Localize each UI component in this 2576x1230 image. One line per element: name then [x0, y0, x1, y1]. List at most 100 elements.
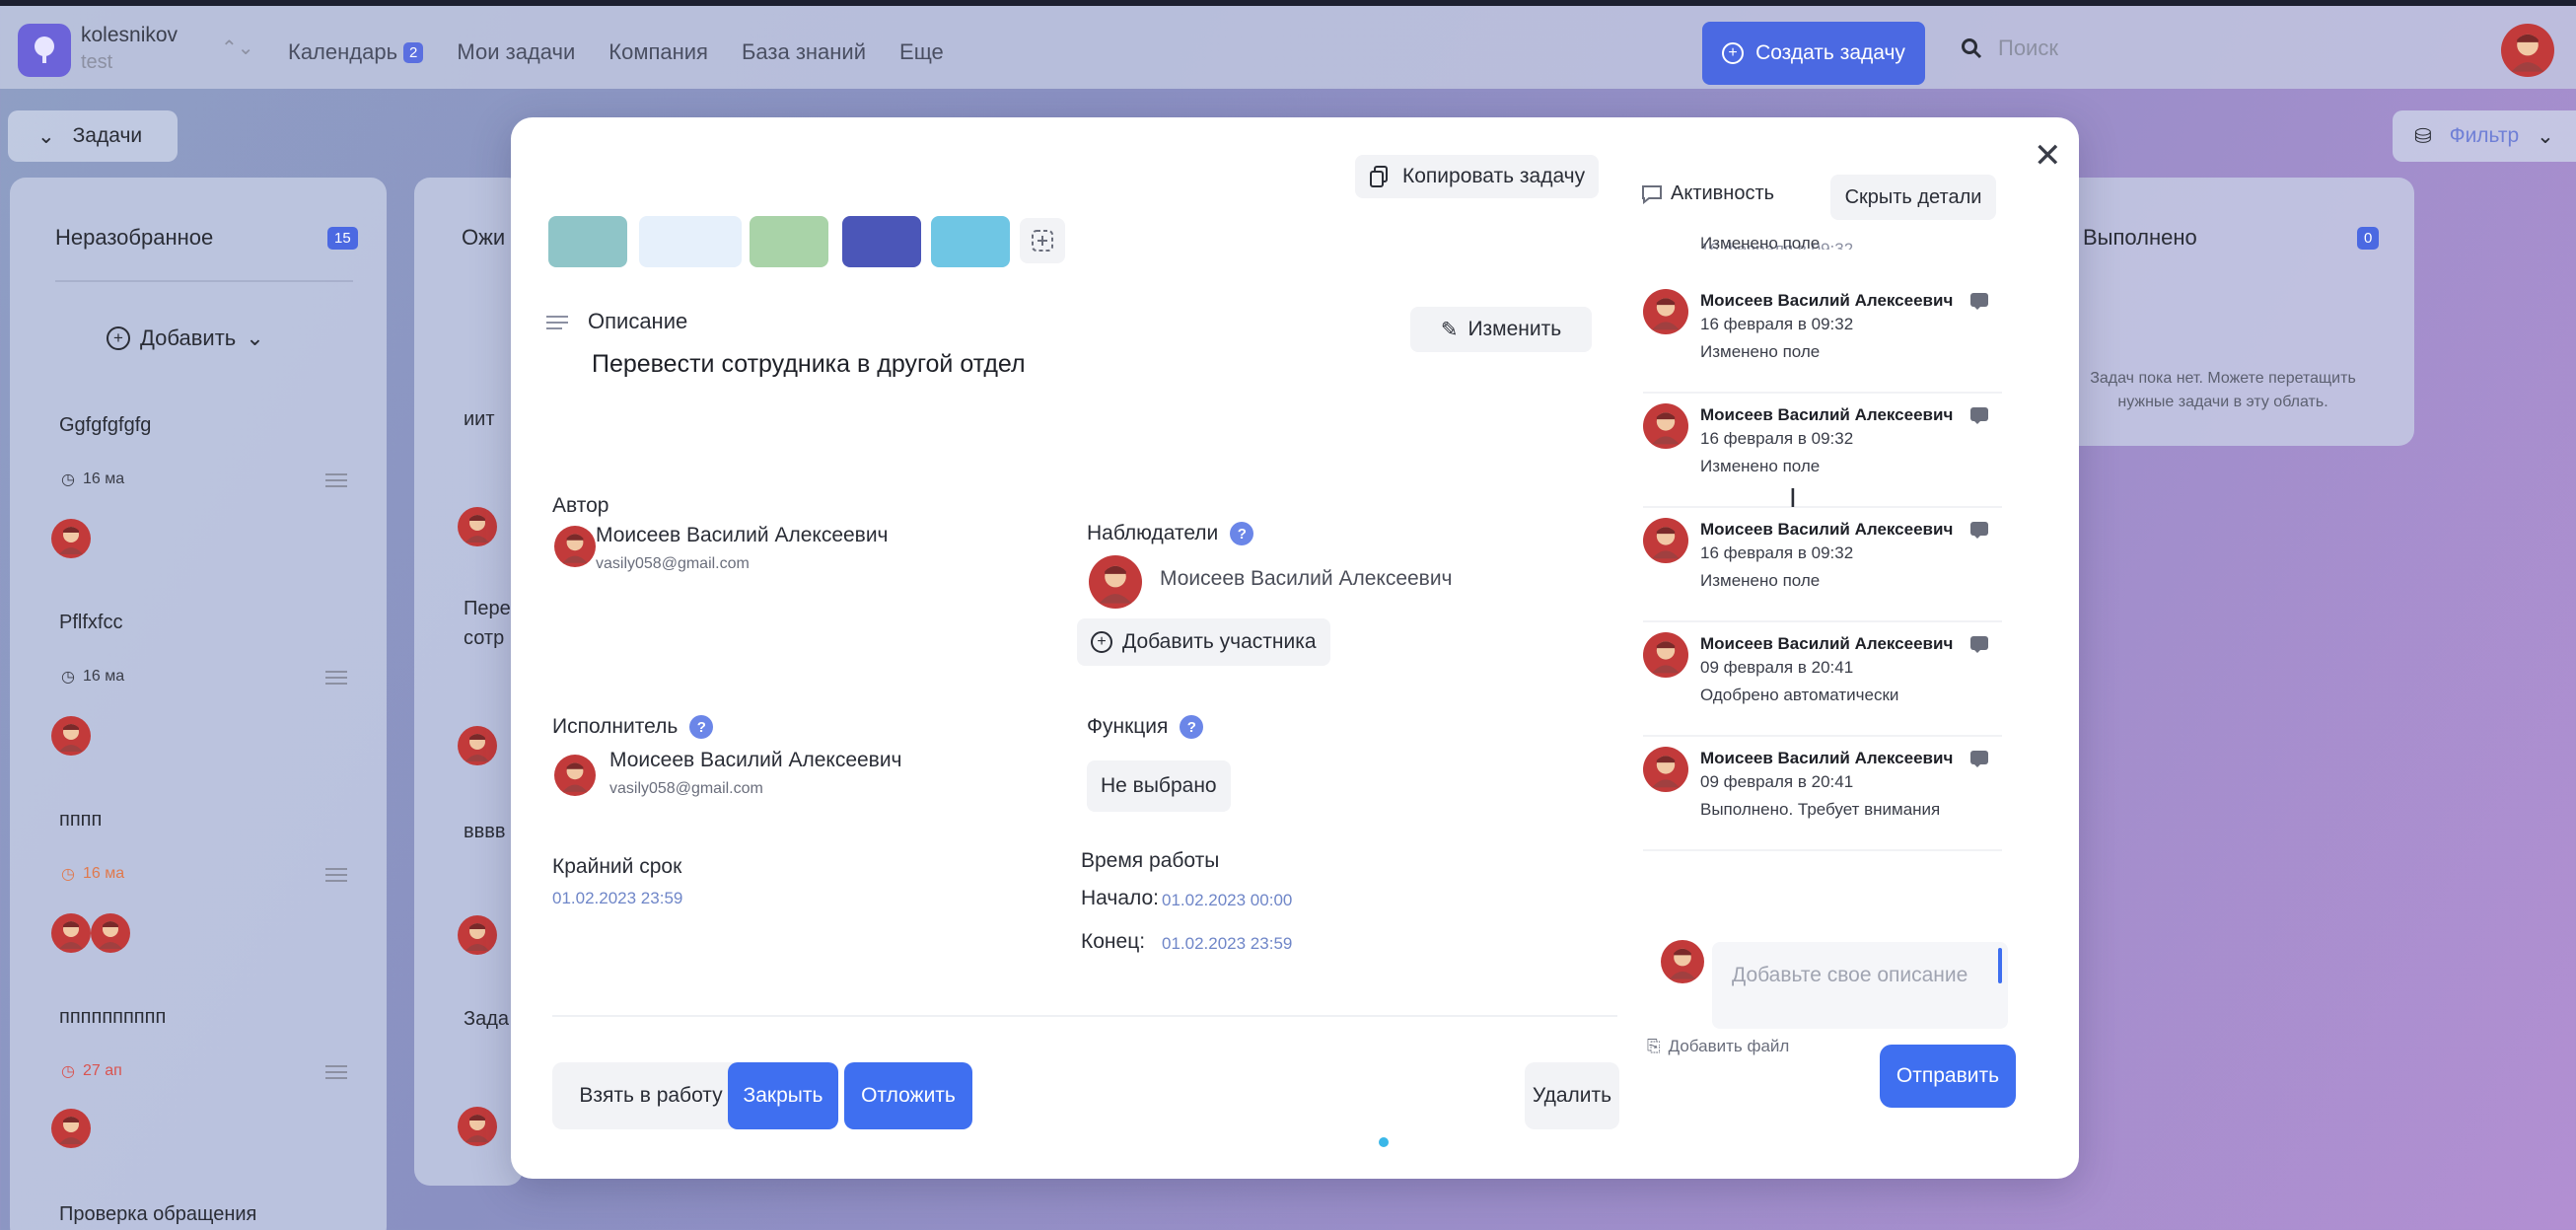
- comment-icon[interactable]: [1970, 751, 1988, 767]
- card-date-text: 16 ма: [82, 470, 125, 487]
- chevron-down-icon: ⌄: [2537, 124, 2554, 148]
- color-swatch[interactable]: [548, 216, 627, 267]
- work-start-label-text: Начало:: [1081, 887, 1160, 909]
- activity-item: Моисеев Василий Алексеевич 16 февраля в …: [1643, 514, 2002, 622]
- main-nav: Календарь 2 Мои задачи Компания База знан…: [288, 39, 944, 65]
- attach-file-button[interactable]: ⎘ Добавить файл: [1647, 1037, 1789, 1056]
- card-date: ◷ 16 ма: [61, 667, 124, 687]
- search-icon: [1962, 38, 1982, 59]
- org-name[interactable]: kolesnikov: [81, 24, 178, 47]
- text-lines-icon: [546, 316, 568, 329]
- card-title: вввв: [464, 821, 506, 842]
- nav-more[interactable]: Еще: [899, 39, 944, 65]
- comment-icon[interactable]: [1970, 407, 1988, 424]
- resize-handle[interactable]: [1998, 948, 2002, 983]
- help-icon[interactable]: ?: [1180, 715, 1204, 739]
- color-swatch[interactable]: [931, 216, 1010, 267]
- color-swatch[interactable]: [639, 216, 742, 267]
- description-lines-icon: [325, 868, 347, 882]
- card-date-text: 27 ап: [82, 1062, 122, 1079]
- activity-item: Моисеев Василий Алексеевич 16 февраля в …: [1643, 285, 2002, 394]
- assignee-avatar: [554, 755, 596, 796]
- nav-knowledge-base[interactable]: База знаний: [742, 39, 866, 65]
- close-icon[interactable]: ✕: [2034, 139, 2062, 173]
- card-title[interactable]: пппп: [59, 809, 102, 832]
- add-color-button[interactable]: [1020, 218, 1065, 263]
- assignee-label: Исполнитель?: [552, 715, 714, 739]
- work-start-value[interactable]: 01.02.2023 00:00: [1162, 891, 1292, 910]
- tasks-tab[interactable]: ⌄ Задачи: [8, 110, 178, 162]
- org-logo[interactable]: [18, 24, 71, 77]
- nav-calendar[interactable]: Календарь 2: [288, 39, 424, 65]
- description-lines-icon: [325, 1065, 347, 1079]
- activity-tab[interactable]: Активность: [1641, 182, 1774, 205]
- clock-icon: ◷: [61, 669, 75, 686]
- help-icon[interactable]: ?: [689, 715, 714, 739]
- text-cursor-icon: I: [1789, 482, 1797, 513]
- card-avatar: [51, 519, 91, 558]
- description-text: Перевести сотрудника в другой отдел: [592, 350, 1026, 378]
- color-swatch[interactable]: [842, 216, 921, 267]
- card-avatar: [91, 913, 130, 953]
- send-button[interactable]: Отправить: [1880, 1045, 2016, 1108]
- activity-partial-text: Изменено поле: [1700, 234, 1821, 253]
- activity-item: Моисеев Василий Алексеевич 09 февраля в …: [1643, 743, 2002, 851]
- card-date: ◷ 16 ма: [61, 470, 124, 489]
- activity-item: Моисеев Василий Алексеевич 09 февраля в …: [1643, 628, 2002, 737]
- observers-label-text: Наблюдатели: [1087, 522, 1219, 544]
- column-add-button[interactable]: + Добавить ⌄: [107, 326, 264, 351]
- take-to-work-button[interactable]: Взять в работу: [552, 1062, 750, 1129]
- help-icon[interactable]: ?: [1230, 522, 1254, 545]
- function-select[interactable]: Не выбрано: [1087, 760, 1231, 812]
- author-email: vasily058@gmail.com: [596, 555, 750, 572]
- activity-author: Моисеев Василий Алексеевич: [1700, 405, 1954, 424]
- user-avatar[interactable]: [2501, 24, 2554, 77]
- activity-text: Изменено поле: [1700, 457, 1821, 475]
- nav-company[interactable]: Компания: [608, 39, 708, 65]
- column-add-label: Добавить: [140, 326, 237, 350]
- description-lines-icon: [325, 473, 347, 487]
- pencil-icon: ✎: [1440, 318, 1459, 341]
- work-time-label-text: Время работы: [1081, 849, 1220, 872]
- card-date-text: 16 ма: [82, 865, 125, 882]
- comment-icon[interactable]: [1970, 293, 1988, 310]
- comment-icon[interactable]: [1970, 522, 1988, 539]
- activity-avatar: [1643, 518, 1688, 563]
- card-title[interactable]: Pflfxfcc: [59, 612, 122, 634]
- delete-button[interactable]: Удалить: [1525, 1062, 1619, 1129]
- assignee-name: Моисеев Василий Алексеевич: [609, 749, 902, 771]
- card-avatar: [51, 913, 91, 953]
- edit-description-button[interactable]: ✎ Изменить: [1410, 307, 1592, 352]
- color-swatch[interactable]: [750, 216, 828, 267]
- add-participant-button[interactable]: + Добавить участника: [1077, 618, 1330, 666]
- observer-name: Моисеев Василий Алексеевич: [1160, 567, 1453, 590]
- work-time-label: Время работы: [1081, 849, 1219, 873]
- create-task-button[interactable]: + Создать задачу: [1702, 22, 1925, 85]
- comment-input[interactable]: [1712, 942, 2008, 1029]
- deadline-value[interactable]: 01.02.2023 23:59: [552, 889, 682, 908]
- nav-my-tasks[interactable]: Мои задачи: [457, 39, 575, 65]
- card-title[interactable]: Проверка обращения: [59, 1203, 256, 1226]
- close-task-button[interactable]: Закрыть: [728, 1062, 838, 1129]
- observer-avatar: [1089, 555, 1142, 609]
- clock-icon: ◷: [61, 471, 75, 488]
- activity-text: Одобрено автоматически: [1700, 686, 1899, 704]
- search-placeholder: Поиск: [1998, 36, 2058, 60]
- filter-button[interactable]: ⛁ Фильтр ⌄: [2393, 110, 2576, 162]
- card-avatar: [458, 1107, 497, 1146]
- copy-task-button[interactable]: Копировать задачу: [1355, 155, 1600, 198]
- search[interactable]: Поиск: [1961, 36, 2058, 61]
- activity-avatar: [1643, 403, 1688, 449]
- org-switch-icon[interactable]: ⌃⌄: [221, 36, 254, 60]
- card-title[interactable]: пппппппппп: [59, 1006, 166, 1029]
- postpone-button[interactable]: Отложить: [844, 1062, 972, 1129]
- hide-details-button[interactable]: Скрыть детали: [1830, 175, 1996, 220]
- card-title: иит: [464, 408, 495, 430]
- card-avatar: [458, 726, 497, 765]
- nav-calendar-label: Календарь: [288, 39, 398, 64]
- card-title[interactable]: Ggfgfgfgfg: [59, 414, 151, 437]
- work-end-value[interactable]: 01.02.2023 23:59: [1162, 934, 1292, 954]
- activity-author: Моисеев Василий Алексеевич: [1700, 749, 1954, 767]
- column-waiting: [414, 178, 523, 1186]
- comment-icon[interactable]: [1970, 636, 1988, 653]
